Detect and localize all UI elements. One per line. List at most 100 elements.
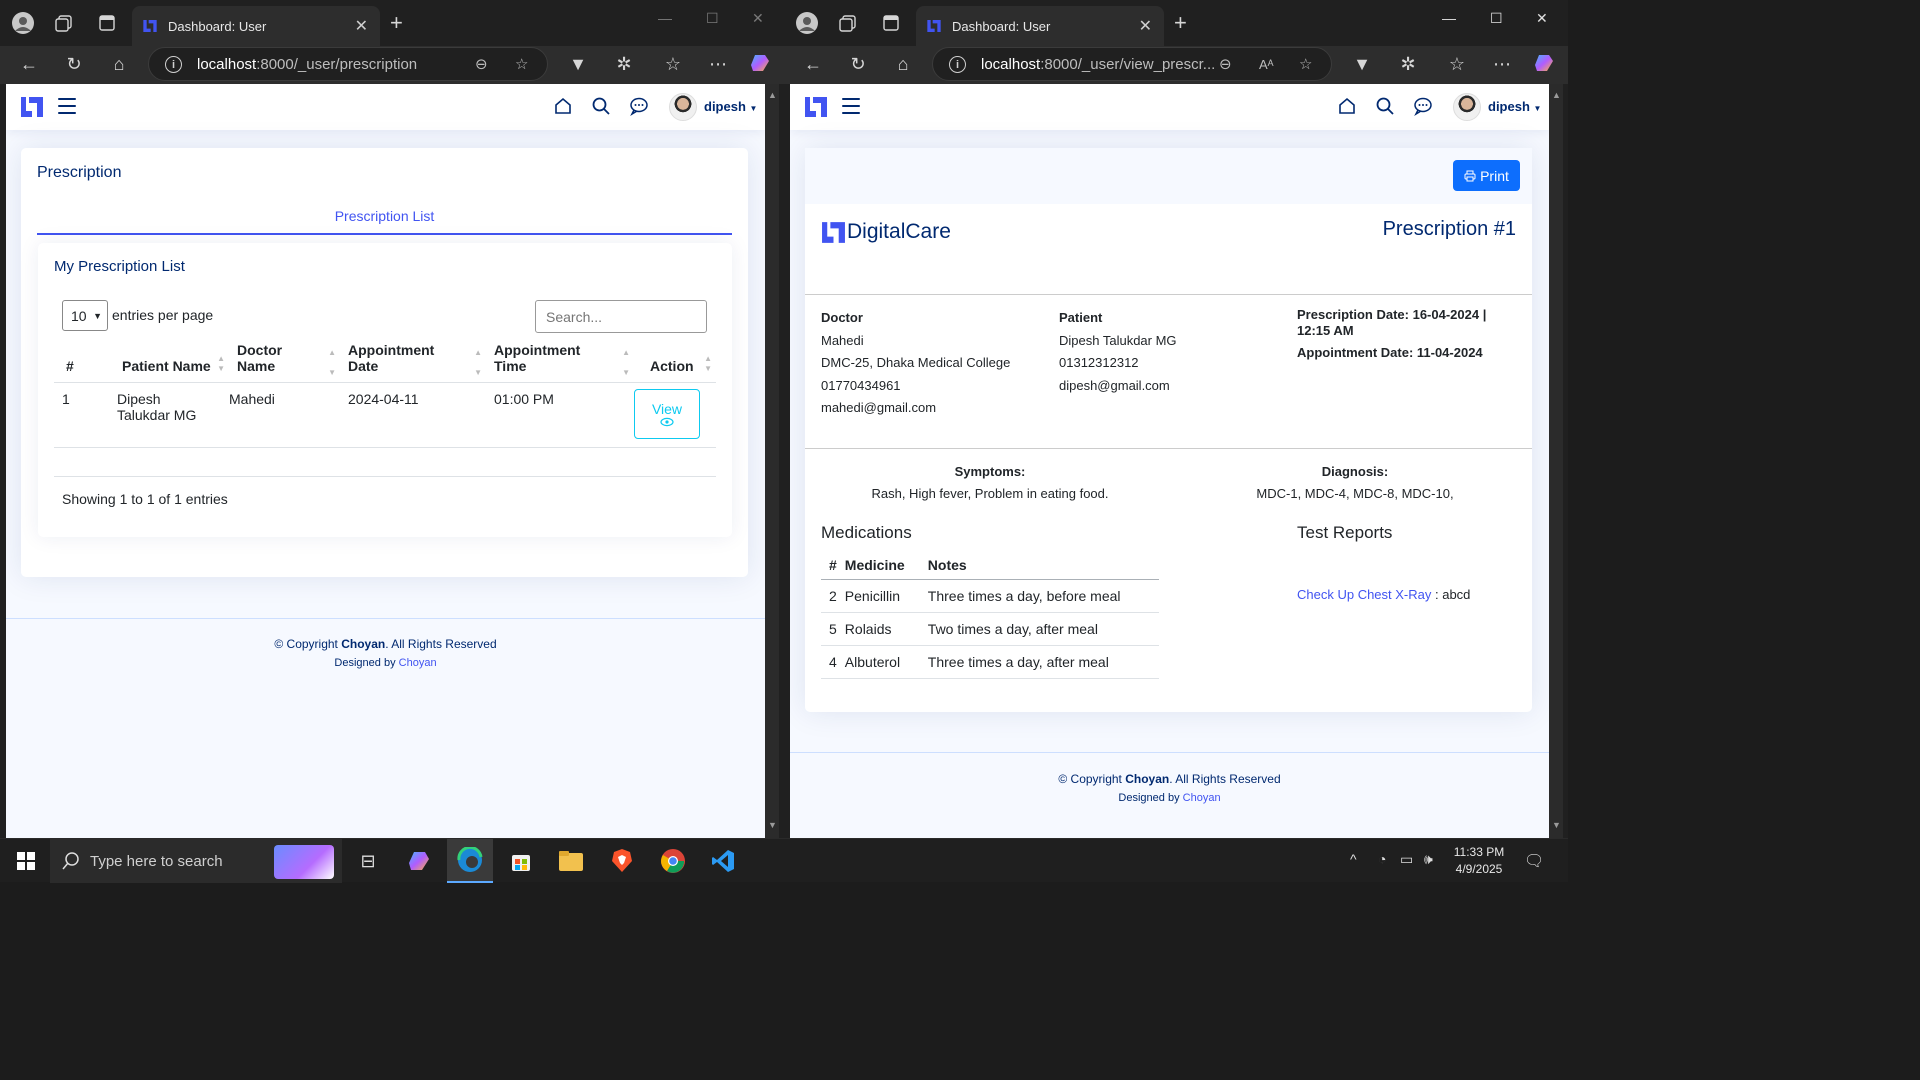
entries-label: entries per page: [112, 307, 214, 323]
search-icon[interactable]: [591, 96, 611, 116]
scroll-down-icon[interactable]: ▼: [1552, 820, 1561, 830]
taskbar-search[interactable]: Type here to search: [50, 839, 342, 883]
extension-v-icon[interactable]: ▼: [567, 54, 589, 75]
edge-app-icon[interactable]: [447, 839, 493, 883]
more-menu-icon[interactable]: ⋯: [1491, 54, 1513, 75]
tab-dashboard-user[interactable]: Dashboard: User ✕: [132, 6, 380, 46]
tab-dashboard-user[interactable]: Dashboard: User ✕: [916, 6, 1164, 46]
col-appointment-date[interactable]: Appointment Date ▲ ▼: [340, 342, 486, 383]
favorite-star-icon[interactable]: ☆: [1299, 55, 1312, 73]
close-tab-icon[interactable]: ✕: [1139, 16, 1152, 36]
task-view-icon[interactable]: ⊟: [354, 847, 382, 875]
windows-taskbar: Type here to search ⊟ ^ ◔ ▭ 🕪 11:33 PM 4…: [0, 838, 1568, 883]
zoom-icon[interactable]: ⊖: [1219, 55, 1232, 73]
new-tab-icon[interactable]: +: [1174, 10, 1187, 36]
chrome-app-icon[interactable]: [659, 847, 687, 875]
clock[interactable]: 11:33 PM 4/9/2025: [1446, 844, 1512, 878]
refresh-icon[interactable]: ↻: [63, 54, 85, 75]
read-aloud-icon[interactable]: Aᴬ: [1259, 57, 1274, 72]
search-icon[interactable]: [1375, 96, 1395, 116]
close-tab-icon[interactable]: ✕: [355, 16, 368, 36]
menu-toggle-icon[interactable]: [58, 98, 76, 114]
profile-icon[interactable]: [12, 12, 34, 34]
network-icon[interactable]: ◔: [1378, 851, 1386, 867]
zoom-icon[interactable]: ⊖: [475, 55, 488, 73]
site-info-icon[interactable]: i: [949, 56, 966, 73]
scroll-up-icon[interactable]: ▲: [768, 90, 777, 100]
notifications-icon[interactable]: 🗨: [1524, 851, 1544, 871]
designer-link[interactable]: Choyan: [399, 657, 437, 669]
cell-action: View: [634, 382, 716, 448]
tab-prescription-list[interactable]: Prescription List: [37, 208, 732, 235]
home-icon[interactable]: [1337, 96, 1357, 116]
tab-actions-icon[interactable]: [880, 12, 902, 34]
volume-icon[interactable]: 🕪: [1424, 851, 1433, 868]
col-patient-name[interactable]: Patient Name ▲ ▼: [90, 342, 229, 383]
site-info-icon[interactable]: i: [165, 56, 182, 73]
maximize-icon[interactable]: ☐: [706, 10, 719, 27]
scrollbar[interactable]: ▲ ▼: [765, 84, 779, 838]
col-action[interactable]: Action ▲ ▼: [634, 342, 716, 383]
messages-icon[interactable]: [629, 96, 649, 116]
home-icon[interactable]: ⌂: [108, 54, 130, 75]
entries-value: 10: [71, 307, 87, 324]
extension-v-icon[interactable]: ▼: [1351, 54, 1373, 75]
tab-actions-icon[interactable]: [96, 12, 118, 34]
cell-notes: Two times a day, after meal: [927, 612, 1159, 646]
minimize-icon[interactable]: —: [1442, 10, 1456, 26]
entries-select[interactable]: 10 ▼: [62, 300, 108, 331]
new-tab-icon[interactable]: +: [390, 10, 403, 36]
cell-num: 2: [821, 579, 845, 613]
store-app-icon[interactable]: [507, 847, 535, 875]
workspaces-icon[interactable]: [53, 12, 75, 34]
back-icon[interactable]: ←: [802, 54, 824, 75]
col-appointment-time[interactable]: Appointment Time ▲ ▼: [486, 342, 634, 383]
profile-dropdown[interactable]: dipesh ▼: [1488, 99, 1541, 114]
battery-icon[interactable]: ▭: [1400, 851, 1413, 868]
more-menu-icon[interactable]: ⋯: [707, 54, 729, 75]
site-logo-icon[interactable]: [20, 96, 44, 118]
favorite-star-icon[interactable]: ☆: [515, 55, 528, 73]
copilot-icon[interactable]: [749, 52, 771, 79]
home-icon[interactable]: [553, 96, 573, 116]
home-icon[interactable]: ⌂: [892, 54, 914, 75]
profile-icon[interactable]: [796, 12, 818, 34]
search-input[interactable]: [535, 300, 707, 333]
vscode-app-icon[interactable]: [709, 847, 737, 875]
col-num[interactable]: #: [54, 342, 90, 383]
close-window-icon[interactable]: ✕: [752, 10, 764, 27]
refresh-icon[interactable]: ↻: [847, 54, 869, 75]
test-report-link[interactable]: Check Up Chest X-Ray: [1297, 587, 1431, 602]
profile-dropdown[interactable]: dipesh ▼: [704, 99, 757, 114]
menu-toggle-icon[interactable]: [842, 98, 860, 114]
avatar[interactable]: [1453, 93, 1481, 121]
favorites-icon[interactable]: ☆: [1446, 54, 1468, 75]
url-field[interactable]: i localhost:8000/_user/prescription ⊖ ☆: [148, 47, 548, 81]
scroll-down-icon[interactable]: ▼: [768, 820, 777, 830]
site-logo-icon[interactable]: [804, 96, 828, 118]
back-icon[interactable]: ←: [18, 54, 40, 75]
copilot-app-icon[interactable]: [405, 847, 433, 875]
start-windows-icon[interactable]: [12, 847, 40, 875]
scroll-up-icon[interactable]: ▲: [1552, 90, 1561, 100]
tab-strip: Dashboard: User ✕ + — ☐ ✕: [0, 0, 784, 46]
print-button[interactable]: Print: [1453, 160, 1520, 191]
file-explorer-icon[interactable]: [557, 847, 585, 875]
designer-link[interactable]: Choyan: [1183, 792, 1221, 804]
extensions-icon[interactable]: ✲: [613, 54, 635, 75]
col-doctor-name[interactable]: Doctor Name ▲ ▼: [229, 342, 340, 383]
workspaces-icon[interactable]: [837, 12, 859, 34]
minimize-icon[interactable]: —: [658, 10, 672, 26]
maximize-icon[interactable]: ☐: [1490, 10, 1503, 27]
copilot-icon[interactable]: [1533, 52, 1555, 79]
extensions-icon[interactable]: ✲: [1397, 54, 1419, 75]
view-button[interactable]: View: [634, 389, 700, 439]
brave-app-icon[interactable]: [608, 847, 636, 875]
messages-icon[interactable]: [1413, 96, 1433, 116]
scrollbar[interactable]: ▲ ▼: [1549, 84, 1563, 838]
favorites-icon[interactable]: ☆: [662, 54, 684, 75]
avatar[interactable]: [669, 93, 697, 121]
url-field[interactable]: i localhost:8000/_user/view_prescr... ⊖ …: [932, 47, 1332, 81]
close-window-icon[interactable]: ✕: [1536, 10, 1548, 27]
show-hidden-icons[interactable]: ^: [1350, 851, 1357, 867]
